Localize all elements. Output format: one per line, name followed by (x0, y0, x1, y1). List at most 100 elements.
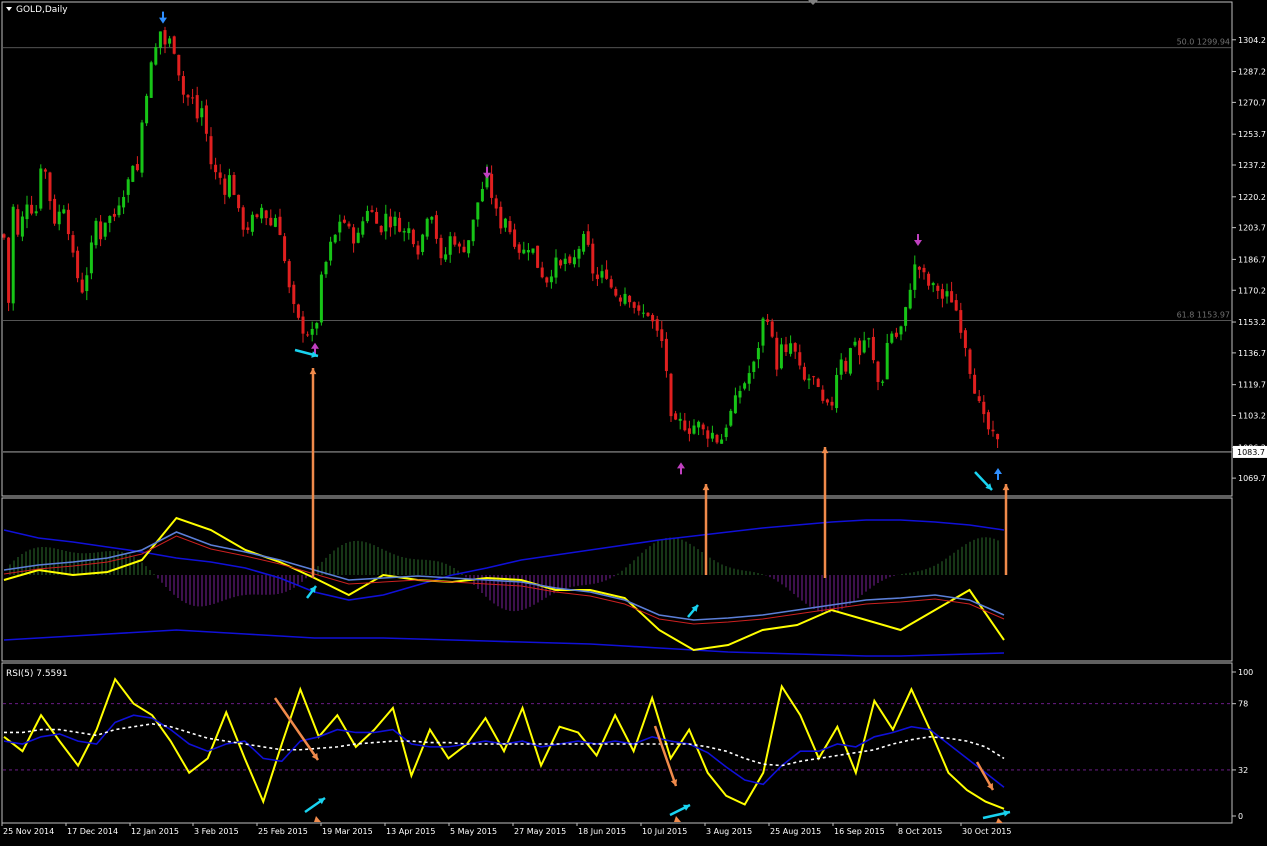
price-axis[interactable]: 1304.2 1287.2 1270.7 1253.7 1237.2 1220.2 1203… (1232, 36, 1267, 483)
rsi-tick-label: 0 (1238, 812, 1243, 821)
candle-body (678, 418, 682, 421)
time-tick-label: 5 May 2015 (450, 827, 497, 836)
candle-body (250, 214, 254, 232)
price-panel[interactable] (1, 1, 1233, 497)
candle-body (683, 420, 687, 431)
price-tick-label: 1220.2 (1238, 193, 1266, 202)
candle-body (425, 218, 429, 237)
candle-body (99, 221, 103, 240)
time-axis[interactable]: 25 Nov 2014 17 Dec 2014 12 Jan 2015 3 Feb 2… (1, 823, 1011, 836)
candle-body (34, 211, 38, 214)
candle-body (591, 243, 595, 274)
candle-body (163, 30, 167, 45)
candle-body (315, 323, 319, 329)
candle-body (894, 332, 898, 337)
time-tick-label: 25 Nov 2014 (3, 827, 54, 836)
candle-body (775, 337, 779, 370)
symbol-title: GOLD,Daily (16, 5, 68, 15)
candle-body (674, 413, 678, 420)
candle-body (232, 174, 236, 195)
candle-body (802, 366, 806, 380)
candle-body (237, 194, 241, 209)
annotation-arrows (273, 348, 1011, 823)
candle-body (526, 250, 530, 253)
candle-body (605, 269, 609, 279)
price-tick-label: 1270.7 (1238, 98, 1266, 107)
candle-body (899, 326, 903, 335)
rsi-panel[interactable] (1, 662, 1233, 824)
candle-body (660, 329, 664, 341)
current-price-label: 1083.7 (1237, 448, 1265, 457)
candle-body (853, 341, 857, 346)
candle-body (333, 234, 337, 243)
candle-body (76, 250, 80, 279)
candle-body (108, 216, 112, 223)
candle-body (306, 334, 310, 336)
candle-body (30, 204, 34, 214)
candle-body (821, 389, 825, 401)
rsi-axis[interactable]: 100 78 32 0 (1232, 668, 1253, 821)
candle-body (927, 273, 931, 286)
price-tick-label: 1069.7 (1238, 474, 1266, 483)
candle-body (623, 293, 627, 304)
candle-body (628, 295, 632, 303)
candle-body (499, 206, 503, 229)
candle-body (614, 288, 618, 296)
candle-body (181, 76, 185, 95)
candle-body (655, 319, 659, 331)
candle-body (531, 248, 535, 253)
triangle-down-icon[interactable] (6, 7, 12, 11)
candle-body (177, 54, 181, 76)
candle-body (416, 245, 420, 255)
price-tick-label: 1170.2 (1238, 286, 1266, 295)
candle-body (600, 271, 604, 278)
candle-body (200, 108, 204, 118)
arrow-up-icon (677, 462, 685, 469)
candle-body (807, 378, 811, 381)
candle-body (241, 207, 245, 230)
time-tick-label: 18 Jun 2015 (578, 827, 626, 836)
candle-body (140, 122, 144, 173)
orange-up-arrow-icon (821, 447, 829, 454)
candle-body (701, 424, 705, 430)
candle-body (876, 361, 880, 382)
candle-body (881, 381, 885, 383)
chart-window[interactable]: 50.0 1299.94 61.8 1153.97 1304.2 1287.2 127… (0, 0, 1267, 842)
candle-body (131, 165, 135, 182)
candle-body (706, 430, 710, 439)
candle-body (448, 236, 452, 255)
candle-body (480, 188, 484, 202)
candle-body (844, 360, 848, 372)
candle-body (936, 285, 940, 291)
candle-body (462, 246, 466, 253)
candle-body (904, 307, 908, 326)
price-tick-label: 1119.7 (1238, 381, 1266, 390)
candle-body (913, 264, 917, 290)
candle-body (434, 215, 438, 239)
candle-body (973, 374, 977, 394)
candle-body (411, 229, 415, 245)
price-tick-label: 1103.2 (1238, 411, 1266, 420)
candle-body (370, 210, 374, 212)
candle-body (186, 95, 190, 98)
candle-body (467, 240, 471, 254)
candle-body (62, 209, 66, 214)
chart-canvas[interactable]: 50.0 1299.94 61.8 1153.97 1304.2 1287.2 127… (0, 0, 1267, 842)
candle-body (577, 248, 581, 259)
candle-body (917, 266, 921, 270)
candle-body (743, 383, 747, 389)
candle-body (646, 312, 650, 316)
candle-body (582, 233, 586, 252)
time-tick-label: 30 Oct 2015 (962, 827, 1011, 836)
candle-body (830, 401, 834, 406)
candle-body (287, 261, 291, 288)
candle-body (342, 219, 346, 223)
candle-body (940, 289, 944, 299)
candle-body (651, 315, 655, 322)
orange-marker-icon (674, 816, 681, 822)
time-tick-label: 3 Feb 2015 (194, 827, 239, 836)
candle-body (16, 209, 20, 235)
candle-body (122, 196, 126, 208)
candle-body (48, 172, 52, 202)
candle-body (710, 432, 714, 439)
